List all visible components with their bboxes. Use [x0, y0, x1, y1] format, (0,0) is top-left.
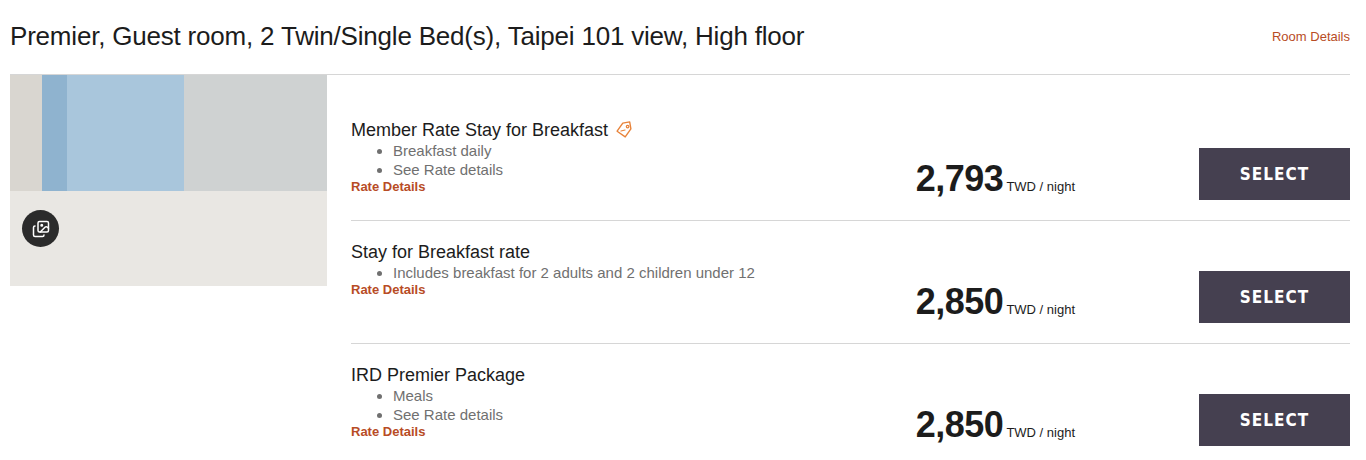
room-body: Member Rate Stay for BreakfastBreakfast … — [10, 75, 1350, 460]
room-card: Premier, Guest room, 2 Twin/Single Bed(s… — [0, 0, 1366, 460]
room-photo[interactable] — [10, 75, 327, 286]
select-button[interactable]: SELECT — [1199, 148, 1350, 200]
rate-feature: Includes breakfast for 2 adults and 2 ch… — [393, 263, 792, 282]
rate-info: Member Rate Stay for BreakfastBreakfast … — [351, 119, 792, 220]
rate-info: Stay for Breakfast rateIncludes breakfas… — [351, 241, 792, 343]
room-details-link[interactable]: Room Details — [1272, 29, 1350, 44]
rate-details-link[interactable]: Rate Details — [351, 282, 792, 297]
price-unit: TWD / night — [1006, 425, 1075, 440]
rate-feature: Meals — [393, 386, 792, 405]
price-value: 2,850 — [916, 404, 1004, 446]
rate-details-link[interactable]: Rate Details — [351, 424, 792, 439]
rate-details-link[interactable]: Rate Details — [351, 179, 792, 194]
rate-list: Member Rate Stay for BreakfastBreakfast … — [351, 75, 1350, 460]
select-button[interactable]: SELECT — [1199, 394, 1350, 446]
rate-features: MealsSee Rate details — [351, 386, 792, 424]
price-unit: TWD / night — [1006, 179, 1075, 194]
rate-feature: See Rate details — [393, 160, 792, 179]
gallery-icon — [32, 220, 50, 238]
tag-icon — [614, 121, 634, 139]
price-value: 2,850 — [916, 281, 1004, 323]
rate-row: IRD Premier PackageMealsSee Rate details… — [351, 344, 1350, 460]
room-title: Premier, Guest room, 2 Twin/Single Bed(s… — [10, 21, 804, 52]
rate-row: Stay for Breakfast rateIncludes breakfas… — [351, 221, 1350, 344]
rate-feature: Breakfast daily — [393, 141, 792, 160]
price-unit: TWD / night — [1006, 302, 1075, 317]
gallery-button[interactable] — [22, 210, 59, 247]
rate-features: Breakfast dailySee Rate details — [351, 141, 792, 179]
rate-features: Includes breakfast for 2 adults and 2 ch… — [351, 263, 792, 282]
price-value: 2,793 — [916, 158, 1004, 200]
rate-info: IRD Premier PackageMealsSee Rate details… — [351, 364, 792, 460]
rate-feature: See Rate details — [393, 405, 792, 424]
rate-row: Member Rate Stay for BreakfastBreakfast … — [351, 75, 1350, 221]
select-button[interactable]: SELECT — [1199, 271, 1350, 323]
rate-name: Member Rate Stay for Breakfast — [351, 119, 792, 141]
rate-name: Stay for Breakfast rate — [351, 241, 792, 263]
rate-price: 2,850TWD / night — [916, 281, 1075, 323]
rate-price: 2,793TWD / night — [916, 158, 1075, 200]
rate-price: 2,850TWD / night — [916, 404, 1075, 446]
room-header: Premier, Guest room, 2 Twin/Single Bed(s… — [10, 0, 1350, 75]
rate-name: IRD Premier Package — [351, 364, 792, 386]
